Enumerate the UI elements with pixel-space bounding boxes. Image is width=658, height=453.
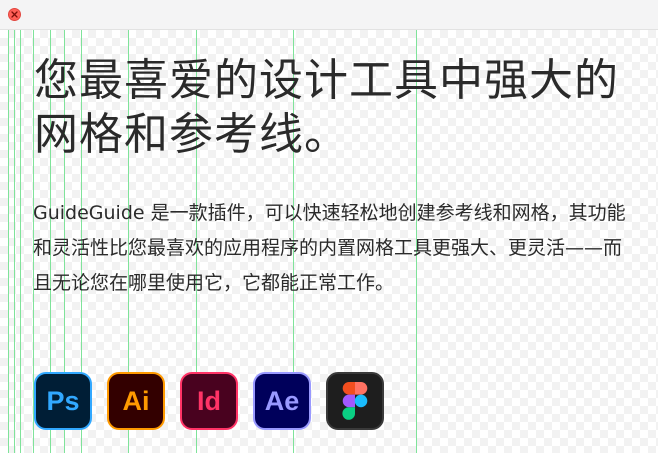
close-window-button[interactable] [8, 8, 21, 21]
app-icon-label: Ps [46, 385, 80, 416]
supported-apps-row: Ps Ai Id Ae [34, 372, 384, 430]
description-paragraph: GuideGuide 是一款插件，可以快速轻松地创建参考线和网格，其功能和灵活性… [33, 202, 626, 294]
headline: 您最喜爱的设计工具中强大的网格和参考线。 [34, 55, 619, 160]
artboard-canvas: 您最喜爱的设计工具中强大的网格和参考线。 GuideGuide 是一款插件，可以… [0, 30, 658, 453]
window-titlebar [0, 0, 658, 30]
app-icon-label: Ae [264, 385, 300, 416]
after-effects-icon[interactable]: Ae [253, 372, 311, 430]
app-icon-label: Ai [122, 385, 150, 416]
app-icon-label: Id [197, 385, 221, 416]
grid-guide-line [14, 30, 15, 453]
close-x-icon [11, 11, 18, 18]
figma-icon[interactable] [326, 372, 384, 430]
grid-guide-line [8, 30, 9, 453]
grid-guide-line [20, 30, 21, 453]
photoshop-icon[interactable]: Ps [34, 372, 92, 430]
illustrator-icon[interactable]: Ai [107, 372, 165, 430]
indesign-icon[interactable]: Id [180, 372, 238, 430]
figma-logo-icon [342, 382, 368, 420]
